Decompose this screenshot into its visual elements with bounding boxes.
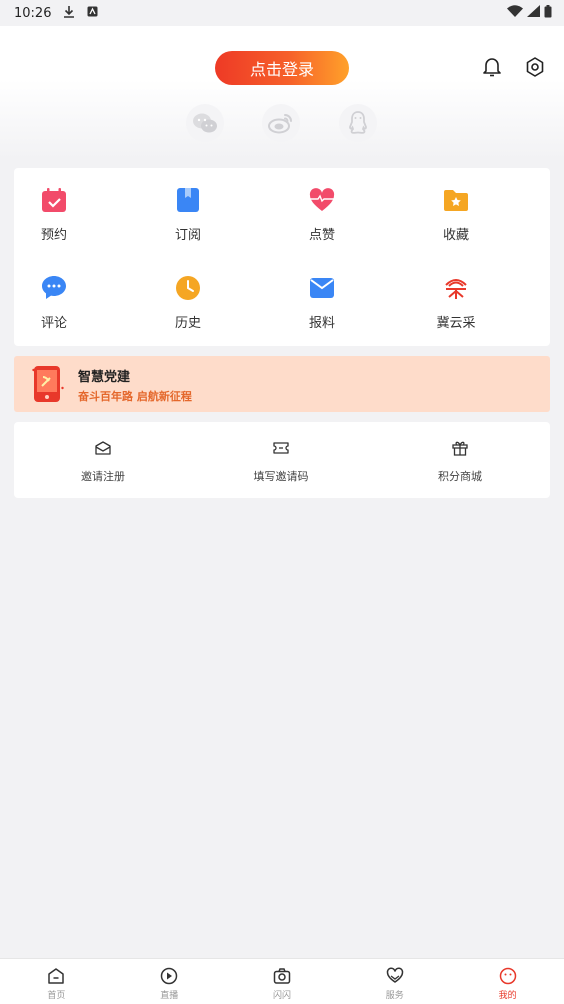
chat-bubble-icon <box>40 274 68 302</box>
signal-icon <box>527 5 540 21</box>
nav-home[interactable]: 首页 <box>0 959 113 1004</box>
grid-item-subscribe[interactable]: 订阅 <box>138 186 238 243</box>
shortcut-grid: 预约 订阅 点赞 收藏 评论 历史 报料 冀云采 <box>14 168 550 346</box>
nav-label: 直播 <box>160 991 179 1001</box>
nav-service[interactable]: 服务 <box>338 959 451 1004</box>
app-notification-icon <box>87 6 98 21</box>
points-mall-button[interactable]: 积分商城 <box>390 438 530 484</box>
grid-item-jiyuncai[interactable]: 冀云采 <box>406 274 506 331</box>
nav-label: 闪闪 <box>272 991 291 1001</box>
status-bar: 10:26 <box>0 0 564 26</box>
grid-label: 订阅 <box>174 228 201 243</box>
nav-live[interactable]: 直播 <box>113 959 226 1004</box>
smart-party-banner[interactable]: 智慧党建 奋斗百年路 启航新征程 <box>14 356 550 412</box>
grid-item-report[interactable]: 报料 <box>272 274 372 331</box>
battery-icon <box>544 4 552 22</box>
weibo-icon[interactable] <box>262 104 300 142</box>
grid-item-reservation[interactable]: 预约 <box>4 186 104 243</box>
grid-item-likes[interactable]: 点赞 <box>272 186 372 243</box>
invite-label: 填写邀请码 <box>253 470 309 483</box>
grid-label: 评论 <box>40 316 67 331</box>
download-icon <box>63 5 75 22</box>
party-banner-subtitle: 奋斗百年路 启航新征程 <box>78 390 192 403</box>
grid-item-favorites[interactable]: 收藏 <box>406 186 506 243</box>
party-banner-title: 智慧党建 <box>78 370 131 385</box>
bookmark-book-icon <box>174 186 202 214</box>
gift-icon <box>450 438 470 458</box>
status-time: 10:26 <box>14 5 52 21</box>
grid-label: 报料 <box>308 316 335 331</box>
envelope-icon <box>93 438 113 458</box>
jiyuncai-logo-icon <box>442 274 470 302</box>
party-phone-icon <box>32 364 64 408</box>
bottom-navigation: 首页 直播 闪闪 服务 我的 <box>0 958 564 1004</box>
mail-icon <box>308 274 336 302</box>
invite-label: 积分商城 <box>438 470 482 483</box>
grid-label: 预约 <box>40 228 67 243</box>
profile-face-icon <box>498 966 518 986</box>
nav-label: 首页 <box>47 991 66 1001</box>
grid-label: 点赞 <box>308 228 335 243</box>
grid-label: 历史 <box>174 316 201 331</box>
play-icon <box>159 966 179 986</box>
invite-register-button[interactable]: 邀请注册 <box>33 438 173 484</box>
settings-icon[interactable] <box>522 54 548 80</box>
profile-header: 点击登录 <box>0 26 564 160</box>
wechat-icon[interactable] <box>186 104 224 142</box>
nav-flash[interactable]: 闪闪 <box>226 959 339 1004</box>
grid-label: 收藏 <box>442 228 469 243</box>
grid-item-history[interactable]: 历史 <box>138 274 238 331</box>
grid-label: 冀云采 <box>436 316 476 331</box>
login-button[interactable]: 点击登录 <box>215 51 349 85</box>
invite-label: 邀请注册 <box>81 470 125 483</box>
qq-icon[interactable] <box>339 104 377 142</box>
heart-icon <box>308 186 336 214</box>
grid-item-comments[interactable]: 评论 <box>4 274 104 331</box>
service-heart-icon <box>385 966 405 986</box>
invite-card: 邀请注册 填写邀请码 积分商城 <box>14 422 550 498</box>
nav-label: 服务 <box>385 991 404 1001</box>
camera-icon <box>272 966 292 986</box>
ticket-icon <box>271 438 291 458</box>
enter-invite-code-button[interactable]: 填写邀请码 <box>211 438 351 484</box>
clock-icon <box>174 274 202 302</box>
calendar-icon <box>40 186 68 214</box>
nav-label: 我的 <box>498 991 517 1001</box>
wifi-icon <box>507 5 523 21</box>
bell-icon[interactable] <box>479 54 505 80</box>
folder-star-icon <box>442 186 470 214</box>
home-icon <box>46 966 66 986</box>
nav-mine[interactable]: 我的 <box>451 959 564 1004</box>
